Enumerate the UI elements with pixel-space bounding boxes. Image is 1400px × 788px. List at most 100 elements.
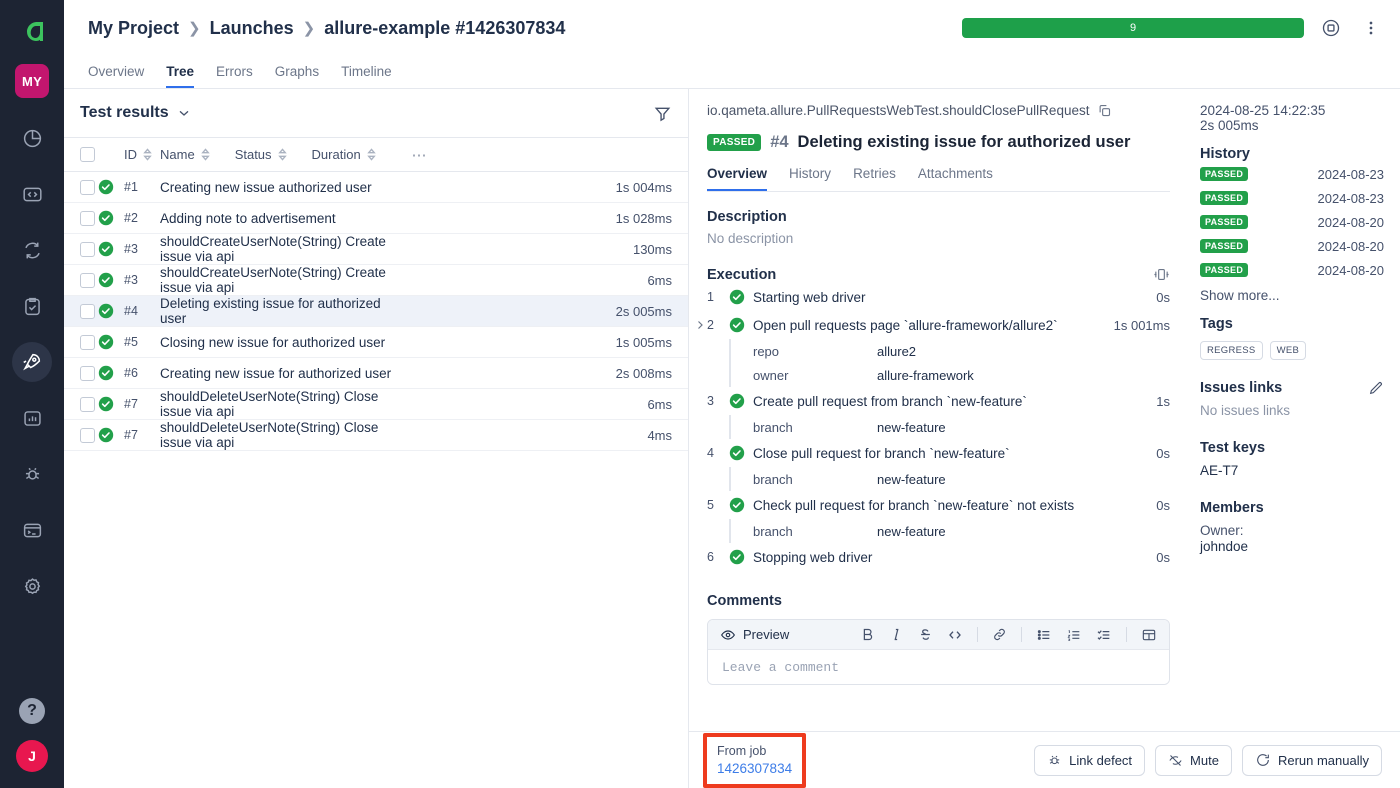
- sort-icon[interactable]: [366, 148, 377, 161]
- sort-icon[interactable]: [200, 148, 211, 161]
- checkbox-box[interactable]: [80, 334, 95, 350]
- table-more-icon[interactable]: ⋯: [404, 138, 444, 172]
- tab-overview[interactable]: Overview: [88, 64, 144, 88]
- row-checkbox[interactable]: [64, 389, 98, 420]
- tab-detail-overview[interactable]: Overview: [707, 166, 768, 191]
- sidebar-item-console[interactable]: [12, 510, 52, 550]
- tag-item[interactable]: REGRESS: [1200, 341, 1263, 360]
- row-checkbox[interactable]: [64, 265, 98, 296]
- checkbox-box[interactable]: [80, 241, 95, 257]
- tab-detail-history[interactable]: History: [789, 166, 831, 191]
- row-checkbox[interactable]: [64, 234, 98, 265]
- table-row[interactable]: #3 shouldCreateUserNote(String) Create is…: [64, 265, 688, 296]
- bulleted-list-icon[interactable]: [1036, 627, 1052, 643]
- tab-detail-retries[interactable]: Retries: [853, 166, 896, 191]
- checkbox-box[interactable]: [80, 210, 95, 226]
- allure-logo-icon[interactable]: [14, 14, 50, 50]
- tab-detail-attachments[interactable]: Attachments: [918, 166, 993, 191]
- copy-icon[interactable]: [1097, 103, 1112, 118]
- show-more-link[interactable]: Show more...: [1200, 288, 1384, 303]
- history-item[interactable]: PASSED 2024-08-20: [1200, 234, 1384, 258]
- rerun-manually-button[interactable]: Rerun manually: [1241, 744, 1382, 776]
- row-name[interactable]: Creating new issue authorized user: [160, 172, 404, 203]
- code-icon[interactable]: [947, 627, 963, 643]
- history-item[interactable]: PASSED 2024-08-20: [1200, 210, 1384, 234]
- row-checkbox[interactable]: [64, 296, 98, 327]
- tab-errors[interactable]: Errors: [216, 64, 253, 88]
- breadcrumb-launches[interactable]: Launches: [210, 18, 294, 39]
- sidebar-item-analytics[interactable]: [12, 398, 52, 438]
- select-all-checkbox[interactable]: [64, 138, 98, 172]
- row-name[interactable]: shouldDeleteUserNote(String) Close issue…: [160, 420, 404, 451]
- sidebar-item-settings[interactable]: [12, 566, 52, 606]
- sidebar-item-sync[interactable]: [12, 230, 52, 270]
- history-item[interactable]: PASSED 2024-08-20: [1200, 258, 1384, 282]
- pencil-icon[interactable]: [1368, 380, 1384, 396]
- row-name[interactable]: Deleting existing issue for authorized u…: [160, 296, 404, 327]
- checkbox-box[interactable]: [80, 427, 95, 443]
- col-name[interactable]: Name Status Duration: [160, 138, 404, 172]
- preview-toggle[interactable]: Preview: [720, 627, 789, 643]
- tab-timeline[interactable]: Timeline: [341, 64, 392, 88]
- sidebar-item-defects[interactable]: [12, 454, 52, 494]
- table-row[interactable]: #2 Adding note to advertisement 1s 028ms: [64, 203, 688, 234]
- kebab-menu-icon[interactable]: [1358, 15, 1384, 41]
- sidebar-item-launches[interactable]: [12, 342, 52, 382]
- italic-icon[interactable]: [889, 627, 904, 642]
- table-row[interactable]: #5 Closing new issue for authorized user 1…: [64, 327, 688, 358]
- step-row[interactable]: 5 Check pull request for branch `new-feat…: [707, 491, 1170, 519]
- numbered-list-icon[interactable]: [1066, 627, 1082, 643]
- row-name[interactable]: shouldCreateUserNote(String) Create issu…: [160, 265, 404, 296]
- table-row[interactable]: #6 Creating new issue for authorized user…: [64, 358, 688, 389]
- help-icon[interactable]: ?: [19, 698, 45, 724]
- row-name[interactable]: shouldDeleteUserNote(String) Close issue…: [160, 389, 404, 420]
- col-id[interactable]: ID: [124, 138, 160, 172]
- history-item[interactable]: PASSED 2024-08-23: [1200, 186, 1384, 210]
- tab-tree[interactable]: Tree: [166, 64, 195, 88]
- history-item[interactable]: PASSED 2024-08-23: [1200, 162, 1384, 186]
- step-row[interactable]: 3 Create pull request from branch `new-fe…: [707, 387, 1170, 415]
- checklist-icon[interactable]: [1096, 627, 1112, 643]
- row-checkbox[interactable]: [64, 327, 98, 358]
- checkbox-box[interactable]: [80, 303, 95, 319]
- row-checkbox[interactable]: [64, 203, 98, 234]
- link-icon[interactable]: [992, 627, 1007, 642]
- sort-icon[interactable]: [142, 148, 153, 161]
- checkbox-box[interactable]: [80, 179, 95, 195]
- row-name[interactable]: Closing new issue for authorized user: [160, 327, 404, 358]
- row-name[interactable]: Creating new issue for authorized user: [160, 358, 404, 389]
- from-job-link[interactable]: 1426307834: [717, 760, 792, 778]
- chevron-down-icon[interactable]: [176, 105, 192, 121]
- ellipsis-icon[interactable]: ⋯: [412, 147, 429, 164]
- sidebar-item-code[interactable]: [12, 174, 52, 214]
- table-row[interactable]: #7 shouldDeleteUserNote(String) Close iss…: [64, 389, 688, 420]
- checkbox-box[interactable]: [80, 365, 95, 381]
- sidebar-item-test-plan[interactable]: [12, 286, 52, 326]
- chevron-right-icon[interactable]: [693, 319, 707, 331]
- row-checkbox[interactable]: [64, 420, 98, 451]
- bold-icon[interactable]: [860, 627, 875, 642]
- sidebar-item-dashboards[interactable]: [12, 118, 52, 158]
- step-row[interactable]: 1 Starting web driver 0s: [707, 283, 1170, 311]
- link-defect-button[interactable]: Link defect: [1034, 744, 1146, 776]
- comment-input[interactable]: Leave a comment: [708, 650, 1169, 684]
- step-row[interactable]: 2 Open pull requests page `allure-framewo…: [698, 311, 1170, 339]
- table-row[interactable]: #3 shouldCreateUserNote(String) Create is…: [64, 234, 688, 265]
- tag-item[interactable]: WEB: [1269, 341, 1307, 360]
- strikethrough-icon[interactable]: [918, 627, 933, 642]
- stop-circle-icon[interactable]: [1318, 15, 1344, 41]
- mute-button[interactable]: Mute: [1155, 744, 1232, 776]
- table-icon[interactable]: [1141, 627, 1157, 643]
- expand-all-icon[interactable]: [1153, 266, 1170, 283]
- table-row[interactable]: #7 shouldDeleteUserNote(String) Close iss…: [64, 420, 688, 451]
- checkbox-box[interactable]: [80, 147, 95, 162]
- row-checkbox[interactable]: [64, 358, 98, 389]
- table-row[interactable]: #1 Creating new issue authorized user 1s 0…: [64, 172, 688, 203]
- breadcrumb-project[interactable]: My Project: [88, 18, 179, 39]
- tab-graphs[interactable]: Graphs: [275, 64, 319, 88]
- sort-icon[interactable]: [277, 148, 288, 161]
- avatar[interactable]: J: [16, 740, 48, 772]
- step-row[interactable]: 4 Close pull request for branch `new-feat…: [707, 439, 1170, 467]
- filter-icon[interactable]: [653, 104, 672, 123]
- row-name[interactable]: shouldCreateUserNote(String) Create issu…: [160, 234, 404, 265]
